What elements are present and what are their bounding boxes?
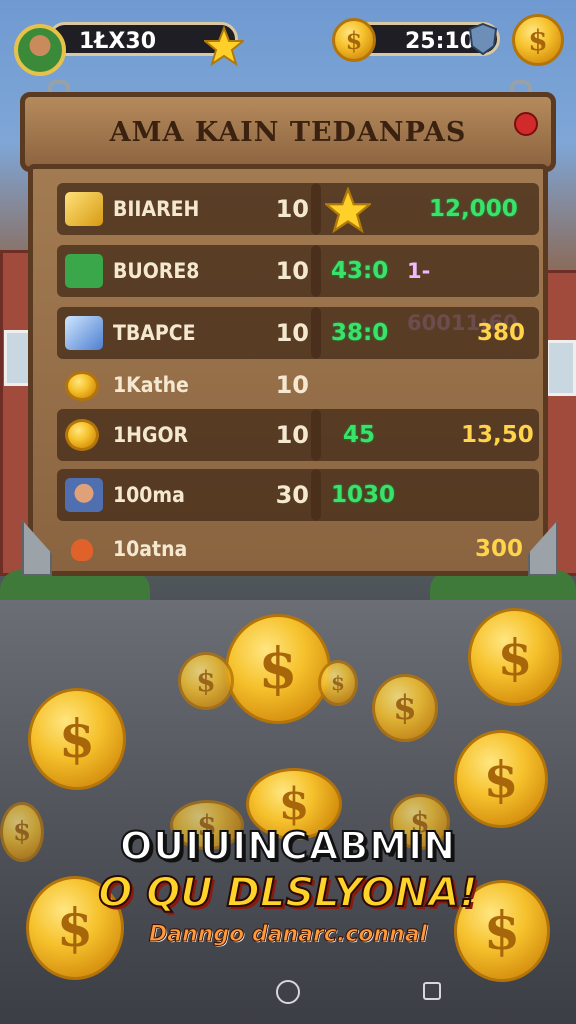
list-item-value: 300 — [475, 536, 524, 562]
coin-icon: $ — [332, 18, 376, 62]
shield-icon — [466, 22, 500, 56]
cash-bag-icon — [65, 254, 103, 288]
list-item-value: 1030 — [311, 469, 539, 521]
list-item-value: 38:0 380 — [311, 307, 539, 359]
recents-button[interactable] — [423, 982, 441, 1000]
coin-icon — [65, 371, 99, 401]
player-level-value: 1ŁX30 — [79, 29, 157, 54]
portrait-icon — [65, 478, 103, 512]
list-item[interactable]: BIIAREH 10 — [57, 183, 321, 235]
board-panel: BIIAREH 10 12,000 BUORE8 10 43:0 1-60011… — [28, 164, 548, 576]
list-item[interactable]: 100ma 30 — [57, 469, 321, 521]
top-hud: 1ŁX30 25:100 $ $ — [0, 14, 576, 76]
coin-icon: $ — [28, 688, 126, 790]
board-header: AMA KAIN TEDANPAS — [20, 92, 556, 172]
promo-line-2: O QU DLSLYONA! — [97, 869, 478, 917]
list-item[interactable]: BUORE8 10 — [57, 245, 321, 297]
list-item-value: 43:0 1-60011;60 — [311, 245, 539, 335]
promo-line-3: Danngo danarc.connal — [148, 922, 428, 948]
list-item[interactable]: 1HGOR 10 — [57, 409, 321, 461]
list-item-value: 12,000 — [311, 183, 539, 235]
coin-icon — [65, 419, 99, 451]
coin-icon: $ — [318, 660, 358, 706]
player-avatar[interactable] — [14, 24, 66, 76]
list-item-value: 45 13,50 — [311, 409, 539, 461]
coin-icon: $ — [178, 652, 234, 710]
pin-icon — [514, 112, 538, 136]
crystal-icon — [65, 316, 103, 350]
coin-icon: $ — [454, 730, 548, 828]
coin-icon: $ — [468, 608, 562, 706]
board-title: AMA KAIN TEDANPAS — [109, 116, 467, 148]
shop-coin-button[interactable]: $ — [512, 14, 564, 66]
promo-line-1: OUIUINCABMIN — [119, 823, 457, 869]
gold-bar-icon — [65, 192, 103, 226]
list-item[interactable]: 1Kathe 10 — [57, 359, 321, 411]
system-nav-bar — [0, 974, 576, 1014]
coin-icon: $ — [372, 674, 438, 742]
star-icon — [322, 186, 374, 234]
star-icon — [202, 25, 246, 67]
coin-icon: $ — [225, 614, 331, 724]
scoreboard: AMA KAIN TEDANPAS BIIAREH 10 12,000 BUOR… — [20, 80, 558, 578]
flame-icon — [71, 539, 93, 561]
list-item[interactable]: TBAPCE 10 — [57, 307, 321, 359]
list-item[interactable]: 10atna — [57, 523, 321, 575]
home-button[interactable] — [276, 980, 300, 1004]
